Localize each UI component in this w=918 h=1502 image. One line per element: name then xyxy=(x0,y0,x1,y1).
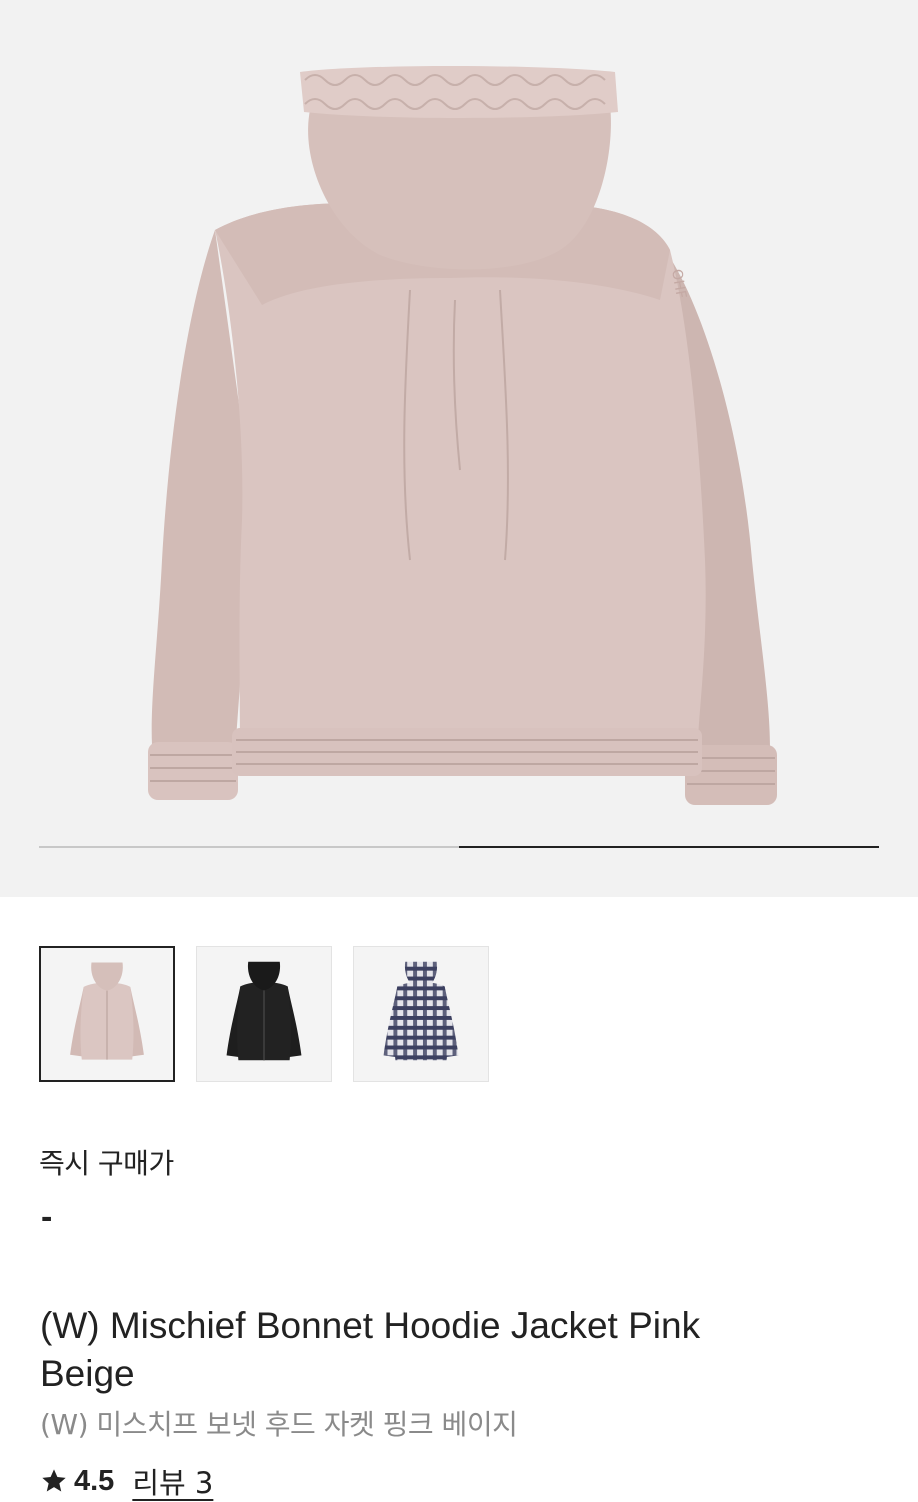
rating-value: 4.5 xyxy=(74,1464,115,1497)
star-icon xyxy=(42,1469,66,1492)
rating-row: 4.5 리뷰 3 xyxy=(40,1460,213,1502)
gallery-progress-indicator xyxy=(459,846,879,848)
product-title: (W) Mischief Bonnet Hoodie Jacket Pink B… xyxy=(40,1305,701,1394)
instant-buy-price-label: 즉시 구매가 xyxy=(39,1147,174,1180)
thumbnail-plaid[interactable] xyxy=(353,946,489,1082)
color-thumbnail-list xyxy=(39,946,510,1082)
instant-buy-price-value: - xyxy=(41,1198,53,1236)
product-subtitle: (W) 미스치프 보넷 후드 자켓 핑크 베이지 xyxy=(40,1408,518,1441)
thumbnail-image xyxy=(383,961,459,1061)
thumbnail-pink-beige[interactable] xyxy=(39,946,175,1082)
gallery-progress-track xyxy=(39,846,879,848)
thumbnail-image xyxy=(226,961,302,1061)
product-image-gallery[interactable]: OHF xyxy=(0,0,918,897)
review-count-link[interactable]: 리뷰 3 xyxy=(132,1460,213,1502)
thumbnail-black[interactable] xyxy=(196,946,332,1082)
thumbnail-image xyxy=(70,962,144,1060)
product-main-image: OHF xyxy=(148,66,777,805)
